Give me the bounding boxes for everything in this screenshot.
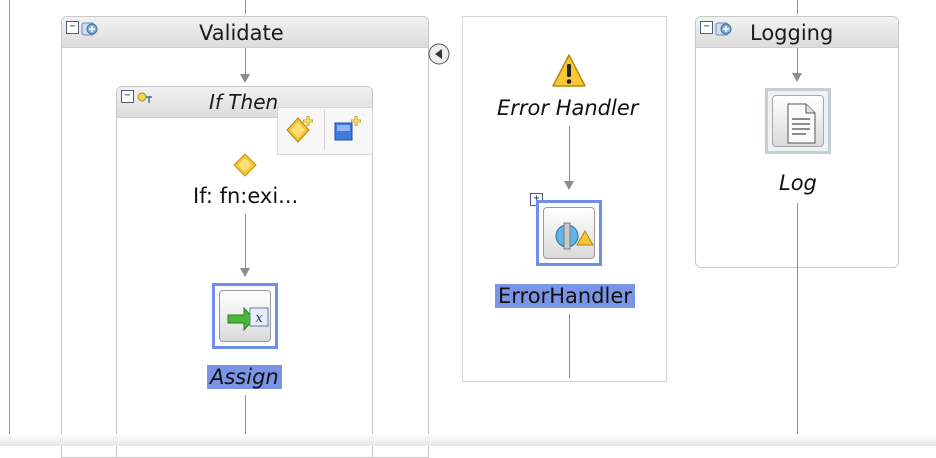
logging-to-log-connector — [797, 48, 798, 75]
validate-scope-title: Validate — [199, 21, 284, 45]
ifthen-collapse-icon[interactable]: − — [121, 90, 134, 103]
errorhandler-label-text: ErrorHandler — [495, 284, 635, 308]
errorhandler-icon — [555, 222, 594, 250]
logging-scope-icon — [715, 20, 733, 38]
logging-scope-title: Logging — [750, 21, 834, 45]
if-branch-icon — [136, 90, 154, 108]
validate-collapse-icon[interactable]: − — [66, 21, 79, 34]
condition-to-assign-arrow — [240, 268, 250, 277]
errorhandler-arrow — [564, 181, 574, 190]
warning-icon — [551, 53, 587, 89]
log-activity[interactable] — [765, 88, 831, 154]
logging-collapse-icon[interactable]: − — [700, 21, 713, 34]
canvas-bottom-strip — [0, 434, 936, 446]
if-condition-label[interactable]: If: fn:exi... — [193, 184, 298, 208]
svg-text:x: x — [255, 311, 263, 326]
logging-top-connector — [797, 0, 798, 14]
log-label[interactable]: Log — [779, 171, 817, 195]
error-handler-title: Error Handler — [497, 96, 639, 120]
assign-activity[interactable]: x — [212, 283, 278, 349]
validate-to-ifthen-connector — [245, 48, 246, 76]
add-otherwise-branch-icon[interactable] — [331, 113, 365, 147]
assign-label-text: Assign — [207, 365, 282, 389]
validate-to-ifthen-arrow — [240, 74, 250, 83]
errorhandler-connector — [569, 126, 570, 183]
collapse-handlers-toggle[interactable] — [428, 43, 450, 65]
assign-icon: x — [227, 306, 269, 332]
ifthen-scope-title: If Then — [209, 90, 279, 114]
log-document-icon — [787, 103, 816, 144]
validate-top-connector — [245, 0, 246, 14]
log-activity-frame — [772, 95, 824, 147]
assign-label[interactable]: Assign — [207, 365, 282, 389]
errorhandler-bottom-connector — [569, 314, 570, 378]
add-condition-branch-icon[interactable] — [284, 113, 318, 147]
logging-to-log-arrow — [792, 73, 802, 82]
errorhandler-activity-frame — [543, 207, 595, 259]
condition-diamond-icon[interactable] — [233, 153, 257, 177]
errorhandler-activity[interactable] — [536, 200, 602, 266]
assign-activity-frame: x — [219, 290, 271, 342]
log-bottom-connector — [797, 203, 798, 446]
scope-activity-icon — [81, 20, 99, 38]
toolbar-divider — [324, 110, 325, 150]
condition-to-assign-connector — [245, 214, 246, 269]
left-border-line — [9, 0, 10, 446]
errorhandler-label[interactable]: ErrorHandler — [495, 284, 635, 308]
